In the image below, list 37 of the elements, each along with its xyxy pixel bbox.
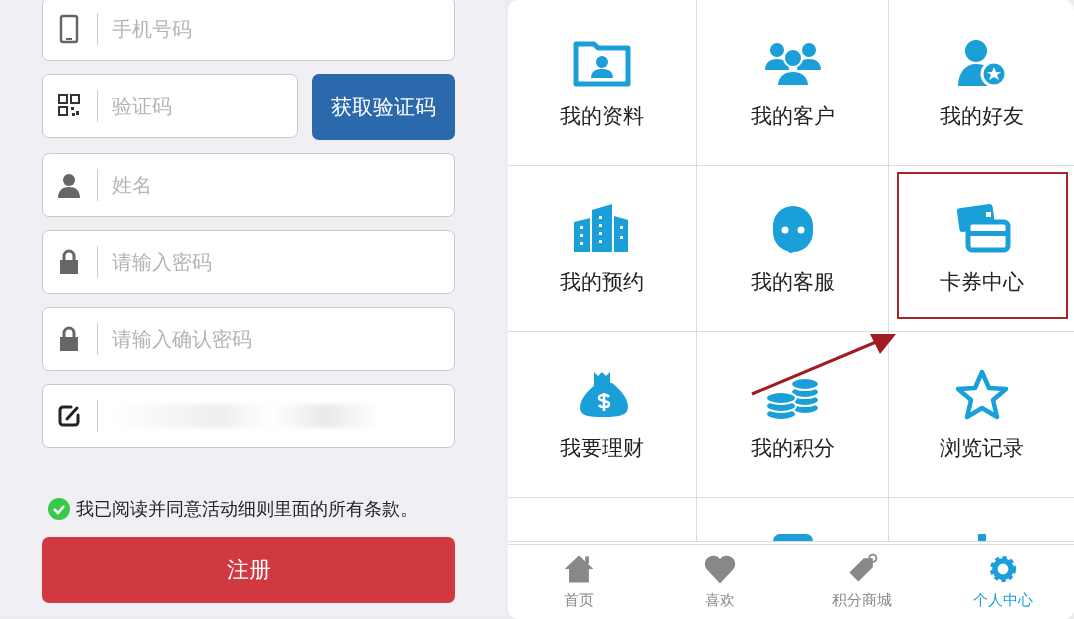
- menu-tile[interactable]: 我的积分: [697, 332, 889, 498]
- menu-tile[interactable]: 我的预约: [508, 166, 697, 332]
- text-input[interactable]: 手机号码: [109, 16, 454, 42]
- menu-label: 浏览记录: [939, 435, 1024, 462]
- menu-tile[interactable]: 我的客户: [697, 0, 889, 166]
- menu-label: 我的积分: [750, 435, 835, 462]
- text-input[interactable]: 验证码: [109, 93, 297, 119]
- menu-tile[interactable]: 卡券中心: [889, 166, 1074, 332]
- menu-label: 我的客户: [750, 103, 835, 130]
- input-field[interactable]: 验证码: [42, 74, 298, 138]
- text-input[interactable]: 姓名: [109, 172, 454, 198]
- menu-label: 我要理财: [560, 435, 644, 462]
- menu-tile[interactable]: [697, 498, 889, 542]
- menu-label: 卡券中心: [939, 269, 1024, 296]
- menu-label: 我的预约: [560, 269, 644, 296]
- menu-label: 我的客服: [750, 269, 835, 296]
- text-input[interactable]: 请输入密码: [109, 249, 454, 275]
- partial-icon: [977, 534, 986, 541]
- menu-tile[interactable]: 浏览记录: [889, 332, 1074, 498]
- menu-tile[interactable]: 我的客服: [697, 166, 889, 332]
- agreement-text: 我已阅读并同意活动细则里面的所有条款。: [76, 497, 418, 521]
- menu-tile[interactable]: 我的好友: [889, 0, 1074, 166]
- input-field[interactable]: 请输入密码: [42, 230, 455, 294]
- checkbox[interactable]: [48, 498, 70, 520]
- menu-tile[interactable]: 我的资料: [508, 0, 697, 166]
- partial-icon: [772, 534, 813, 541]
- register-button[interactable]: 注册: [42, 537, 455, 603]
- input-field[interactable]: 请输入确认密码: [42, 307, 455, 371]
- menu-label: 我的资料: [560, 103, 644, 130]
- input-field[interactable]: [42, 384, 455, 448]
- input-field[interactable]: 姓名: [42, 153, 455, 217]
- menu-tile[interactable]: 我要理财: [508, 332, 697, 498]
- get-code-button[interactable]: 获取验证码: [312, 74, 455, 140]
- menu-tile[interactable]: [508, 498, 697, 542]
- text-input[interactable]: 请输入确认密码: [109, 326, 454, 352]
- input-field[interactable]: 手机号码: [42, 0, 455, 61]
- menu-label: 我的好友: [939, 103, 1024, 130]
